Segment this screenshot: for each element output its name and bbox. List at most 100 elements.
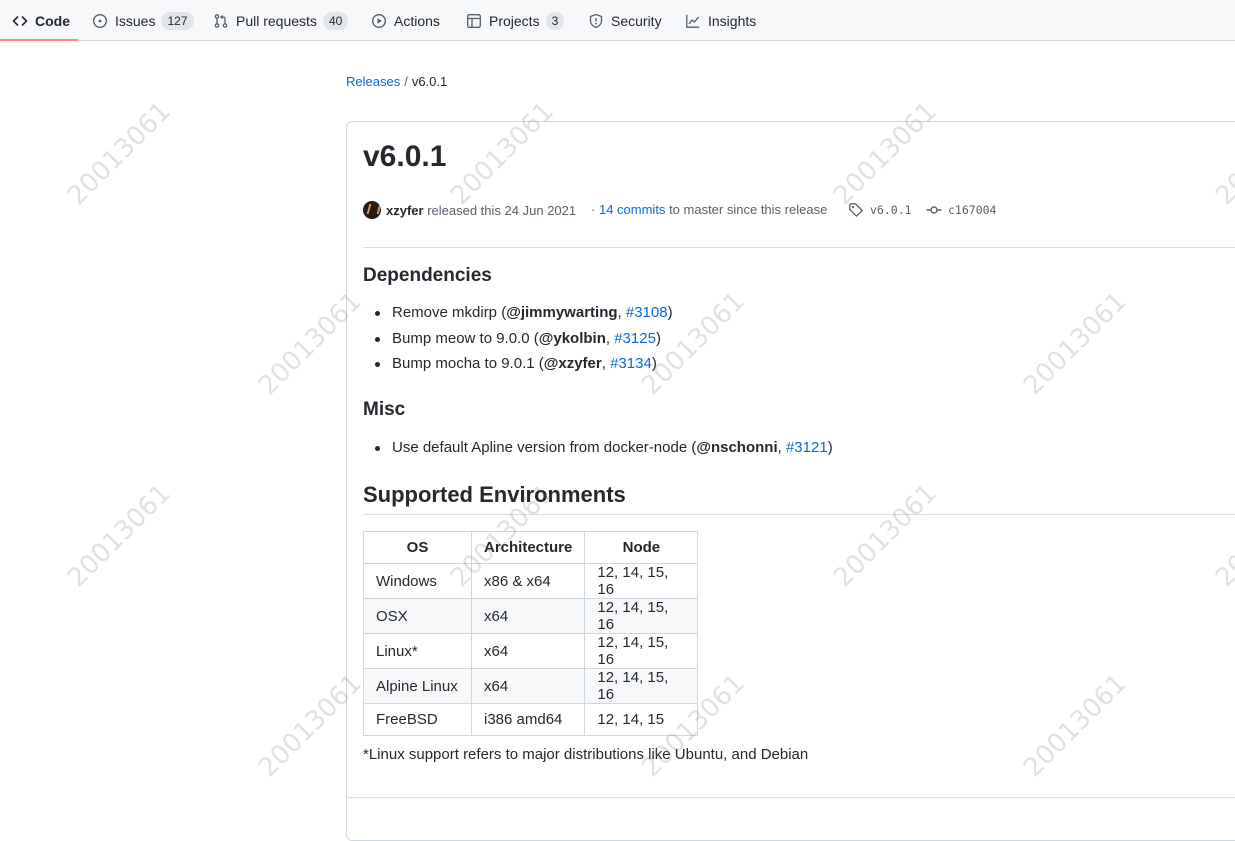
table-cell: x64: [470, 633, 586, 669]
item-end: ): [827, 439, 833, 456]
tab-label: Security: [611, 12, 662, 29]
environments-footnote: *Linux support refers to major distribut…: [363, 746, 809, 763]
table-cell: FreeBSD: [363, 703, 472, 736]
card-footer-divider: [347, 797, 1235, 798]
item-sep: ,: [601, 355, 611, 372]
commits-prefix: ·: [591, 202, 596, 217]
user-mention[interactable]: @jimmywarting: [506, 304, 617, 321]
environments-heading: Supported Environments: [363, 482, 626, 507]
table-cell: Alpine Linux: [363, 668, 472, 704]
item-end: ): [655, 329, 661, 347]
release-date: 24 Jun 2021: [504, 202, 577, 218]
table-cell: x64: [470, 598, 586, 634]
release-title: v6.0.1: [363, 140, 447, 173]
tab-insights[interactable]: Insights: [685, 0, 756, 41]
tab-label: Actions: [394, 12, 440, 29]
item-sep: ,: [777, 439, 786, 456]
table-cell: Windows: [363, 563, 472, 599]
tag-icon: [848, 202, 864, 218]
commit-meta[interactable]: c167004: [926, 202, 996, 218]
shield-icon: [588, 13, 604, 29]
list-item: Remove mkdirp (@jimmywarting, #3108): [363, 300, 673, 326]
table-cell: i386 amd64: [470, 703, 586, 736]
code-icon: [12, 13, 28, 29]
column-header-os: OS: [363, 531, 472, 564]
pr-link[interactable]: #3108: [626, 304, 668, 321]
item-sep: ,: [605, 329, 615, 347]
column-header-node: Node: [584, 531, 699, 564]
misc-heading: Misc: [363, 399, 406, 420]
pr-link[interactable]: #3125: [614, 330, 656, 347]
play-icon: [371, 13, 387, 29]
tag-name: v6.0.1: [870, 203, 912, 217]
table-cell: x64: [470, 668, 586, 704]
breadcrumb-current: v6.0.1: [411, 74, 448, 89]
table-row: Linux* x64 12, 14, 15, 16: [363, 633, 699, 669]
table-row: Windows x86 & x64 12, 14, 15, 16: [363, 563, 699, 599]
tab-label: Insights: [708, 12, 757, 29]
column-header-architecture: Architecture: [470, 531, 586, 564]
projects-counter: 3: [545, 11, 565, 30]
git-pull-request-icon: [213, 13, 229, 29]
pull-requests-counter: 40: [322, 11, 349, 30]
user-mention[interactable]: @nschonni: [696, 439, 777, 456]
item-end: ): [667, 304, 673, 321]
avatar[interactable]: [363, 201, 381, 219]
watermark: 20013061: [62, 478, 177, 594]
breadcrumb-separator: /: [404, 74, 408, 89]
breadcrumb-releases-link[interactable]: Releases: [346, 74, 400, 89]
user-mention[interactable]: @xzyfer: [544, 355, 602, 372]
item-text: Bump mocha to 9.0.1 (: [392, 355, 544, 372]
item-end: ): [651, 355, 657, 372]
graph-icon: [685, 13, 701, 29]
table-cell: x86 & x64: [470, 563, 586, 599]
author-link[interactable]: xzyfer: [386, 203, 424, 218]
git-commit-icon: [926, 202, 942, 218]
release-author-meta: xzyfer released this 24 Jun 2021: [363, 201, 576, 219]
repo-nav: Code Issues 127 Pull requests 40 Actions…: [0, 0, 1235, 41]
item-text: Remove mkdirp (: [392, 304, 507, 321]
table-icon: [466, 13, 482, 29]
tab-label: Pull requests: [236, 12, 317, 29]
misc-list: Use default Apline version from docker-n…: [363, 435, 833, 461]
table-cell: 12, 14, 15: [584, 703, 699, 736]
table-header-row: OS Architecture Node: [363, 531, 699, 564]
released-text: released this: [427, 202, 501, 218]
tab-issues[interactable]: Issues 127: [92, 0, 194, 41]
item-text: Use default Apline version from docker-n…: [392, 439, 697, 456]
divider: [363, 247, 1235, 248]
item-text: Bump meow to 9.0.0 (: [392, 329, 539, 347]
tab-code[interactable]: Code: [12, 0, 70, 41]
issue-opened-icon: [92, 13, 108, 29]
issues-counter: 127: [161, 11, 194, 30]
pr-link[interactable]: #3121: [786, 439, 828, 456]
tab-projects[interactable]: Projects 3: [466, 0, 565, 41]
watermark: 20013061: [62, 96, 177, 212]
table-cell: OSX: [363, 598, 472, 634]
list-item: Use default Apline version from docker-n…: [363, 435, 833, 461]
table-row: Alpine Linux x64 12, 14, 15, 16: [363, 668, 699, 704]
table-cell: 12, 14, 15, 16: [584, 598, 699, 634]
commits-suffix: to master since this release: [669, 202, 828, 217]
tab-pull-requests[interactable]: Pull requests 40: [213, 0, 349, 41]
table-cell: 12, 14, 15, 16: [584, 633, 699, 669]
table-row: FreeBSD i386 amd64 12, 14, 15: [363, 703, 699, 736]
list-item: Bump mocha to 9.0.1 (@xzyfer, #3134): [363, 351, 673, 377]
commits-link[interactable]: 14 commits: [599, 202, 665, 217]
dependencies-heading: Dependencies: [363, 265, 492, 286]
tab-security[interactable]: Security: [588, 0, 662, 41]
tag-meta[interactable]: v6.0.1: [848, 202, 912, 218]
table-cell: Linux*: [363, 633, 472, 669]
breadcrumb: Releases / v6.0.1: [346, 74, 447, 89]
tab-label: Code: [35, 12, 70, 29]
user-mention[interactable]: @ykolbin: [539, 330, 606, 347]
heading-divider: [363, 514, 1235, 515]
active-tab-indicator: [0, 39, 78, 41]
tab-actions[interactable]: Actions: [371, 0, 440, 41]
table-cell: 12, 14, 15, 16: [584, 563, 699, 599]
environments-table: OS Architecture Node Windows x86 & x64 1…: [363, 531, 699, 736]
table-row: OSX x64 12, 14, 15, 16: [363, 598, 699, 634]
pr-link[interactable]: #3134: [610, 355, 652, 372]
commits-meta: · 14 commits to master since this releas…: [591, 202, 827, 217]
commit-sha: c167004: [948, 203, 997, 217]
